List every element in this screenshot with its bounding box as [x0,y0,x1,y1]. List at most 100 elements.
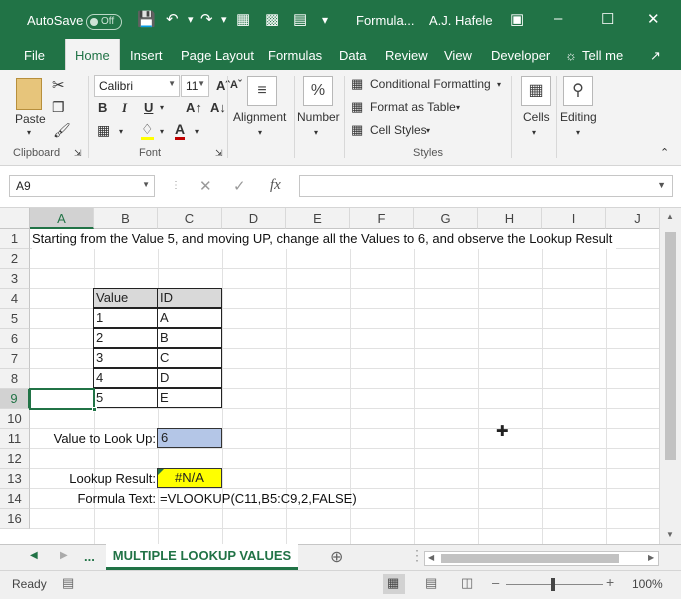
row-header[interactable]: 9 [0,389,30,409]
table-cell[interactable]: E [157,388,222,408]
table-cell[interactable]: A [157,308,222,328]
alignment-dropdown-icon[interactable]: ▾ [258,128,262,137]
table-cell[interactable]: 3 [93,348,158,368]
cells-dropdown-icon[interactable]: ▾ [532,128,536,137]
scroll-left-icon[interactable]: ◀ [428,553,434,562]
search-icon[interactable]: ⚲ [563,76,593,106]
tell-me-search[interactable]: Tell me [582,48,623,63]
autosave-toggle[interactable]: Off [86,14,122,30]
result-value-cell[interactable]: #N/A [157,468,222,488]
next-sheet-icon[interactable]: ▶ [60,550,68,561]
conditional-formatting-button[interactable]: Conditional Formatting [370,77,491,91]
row-header[interactable]: 13 [0,469,30,489]
add-sheet-icon[interactable]: ⊕ [330,547,343,567]
table-cell[interactable]: 4 [93,368,158,388]
borders-icon[interactable]: ▦ [97,122,110,139]
underline-button[interactable]: U [144,100,153,115]
increase-indent-icon[interactable]: A↑ [186,100,202,115]
alignment-icon[interactable]: ≡ [247,76,277,106]
form-icon[interactable]: ▤ [293,10,307,28]
row-header[interactable]: 2 [0,249,30,269]
table-icon[interactable]: ▦ [236,10,250,28]
redo-dropdown-icon[interactable]: ▾ [221,13,227,26]
zoom-slider-thumb[interactable] [551,578,555,591]
error-indicator-icon[interactable] [158,469,164,475]
undo-icon[interactable]: ↶ [166,10,179,28]
column-header[interactable]: I [542,208,606,229]
maximize-icon[interactable]: ☐ [601,10,614,28]
font-launcher-icon[interactable]: ⇲ [215,148,223,159]
customize-qat-icon[interactable]: ▾ [322,13,328,27]
minimize-icon[interactable]: – [554,10,562,27]
font-name-select[interactable]: Calibri ▼ [94,75,180,97]
column-header[interactable]: F [350,208,414,229]
cells-icon[interactable]: ▦ [521,76,551,106]
number-dropdown-icon[interactable]: ▾ [314,128,318,137]
active-cell[interactable] [29,388,97,412]
tab-developer[interactable]: Developer [491,48,550,63]
table-header-cell[interactable]: ID [157,288,222,308]
font-color-dropdown-icon[interactable]: ▾ [195,127,199,136]
column-header[interactable]: B [94,208,158,229]
scroll-up-icon[interactable]: ▲ [666,212,674,221]
cut-icon[interactable]: ✂ [52,76,65,94]
fill-dropdown-icon[interactable]: ▾ [160,127,164,136]
row-header[interactable]: 8 [0,369,30,389]
bold-button[interactable]: B [98,100,107,115]
tab-formulas[interactable]: Formulas [268,48,322,63]
share-icon[interactable]: ↗ [650,48,661,64]
fill-color-icon[interactable]: ♢ [141,121,154,140]
row-header[interactable]: 3 [0,269,30,289]
table-cell[interactable]: C [157,348,222,368]
ribbon-display-icon[interactable]: ▣ [510,10,524,28]
more-sheets-button[interactable]: ... [84,549,95,564]
row-header[interactable]: 7 [0,349,30,369]
table-cell[interactable]: 1 [93,308,158,328]
paste-dropdown-icon[interactable]: ▾ [27,128,31,137]
decrease-indent-icon[interactable]: A↓ [210,100,226,115]
formula-input[interactable]: ▼ [299,175,673,197]
zoom-out-icon[interactable]: – [492,575,499,590]
font-size-select[interactable]: 11 ▼ [181,75,209,97]
lookup-value-cell[interactable]: 6 [157,428,222,448]
save-icon[interactable]: 💾 [137,10,156,28]
select-all-corner[interactable] [0,208,30,229]
font-color-icon[interactable]: A [175,121,186,140]
scroll-thumb[interactable] [441,554,619,563]
tab-insert[interactable]: Insert [130,48,163,63]
close-icon[interactable]: ✕ [647,10,660,28]
row-header[interactable]: 12 [0,449,30,469]
expand-formula-icon[interactable]: ▼ [657,180,666,190]
fill-handle[interactable] [92,407,97,412]
name-box[interactable]: A9 ▼ [9,175,155,197]
column-header[interactable]: J [606,208,659,229]
italic-button[interactable]: I [122,100,127,116]
clipboard-launcher-icon[interactable]: ⇲ [74,148,82,159]
row-header[interactable]: 5 [0,309,30,329]
percent-icon[interactable]: % [303,76,333,106]
row-header[interactable]: 4 [0,289,30,309]
editing-dropdown-icon[interactable]: ▾ [576,128,580,137]
row-header[interactable]: 1 [0,229,30,249]
underline-dropdown-icon[interactable]: ▾ [160,103,164,112]
zoom-level[interactable]: 100% [632,577,663,591]
row-header[interactable]: 11 [0,429,30,449]
horizontal-scrollbar[interactable]: ◀ ▶ [424,551,659,566]
collapse-ribbon-icon[interactable]: ⌃ [660,146,669,159]
table-cell[interactable]: B [157,328,222,348]
tab-data[interactable]: Data [339,48,366,63]
copy-icon[interactable]: ❐ [52,99,65,116]
column-header[interactable]: C [158,208,222,229]
format-painter-icon[interactable]: 🖌 [53,122,71,139]
enter-icon[interactable]: ✓ [233,177,246,195]
sheet-tab-multiple-lookup-values[interactable]: MULTIPLE LOOKUP VALUES [106,544,298,570]
tab-review[interactable]: Review [385,48,428,63]
editing-button[interactable]: Editing [560,110,597,124]
insert-function-icon[interactable]: fx [270,177,281,194]
column-header[interactable]: G [414,208,478,229]
tab-file[interactable]: File [24,48,45,63]
column-header[interactable]: E [286,208,350,229]
instruction-text[interactable]: Starting from the Value 5, and moving UP… [32,229,617,249]
result-label[interactable]: Lookup Result: [30,469,156,489]
scroll-thumb[interactable] [665,232,676,460]
